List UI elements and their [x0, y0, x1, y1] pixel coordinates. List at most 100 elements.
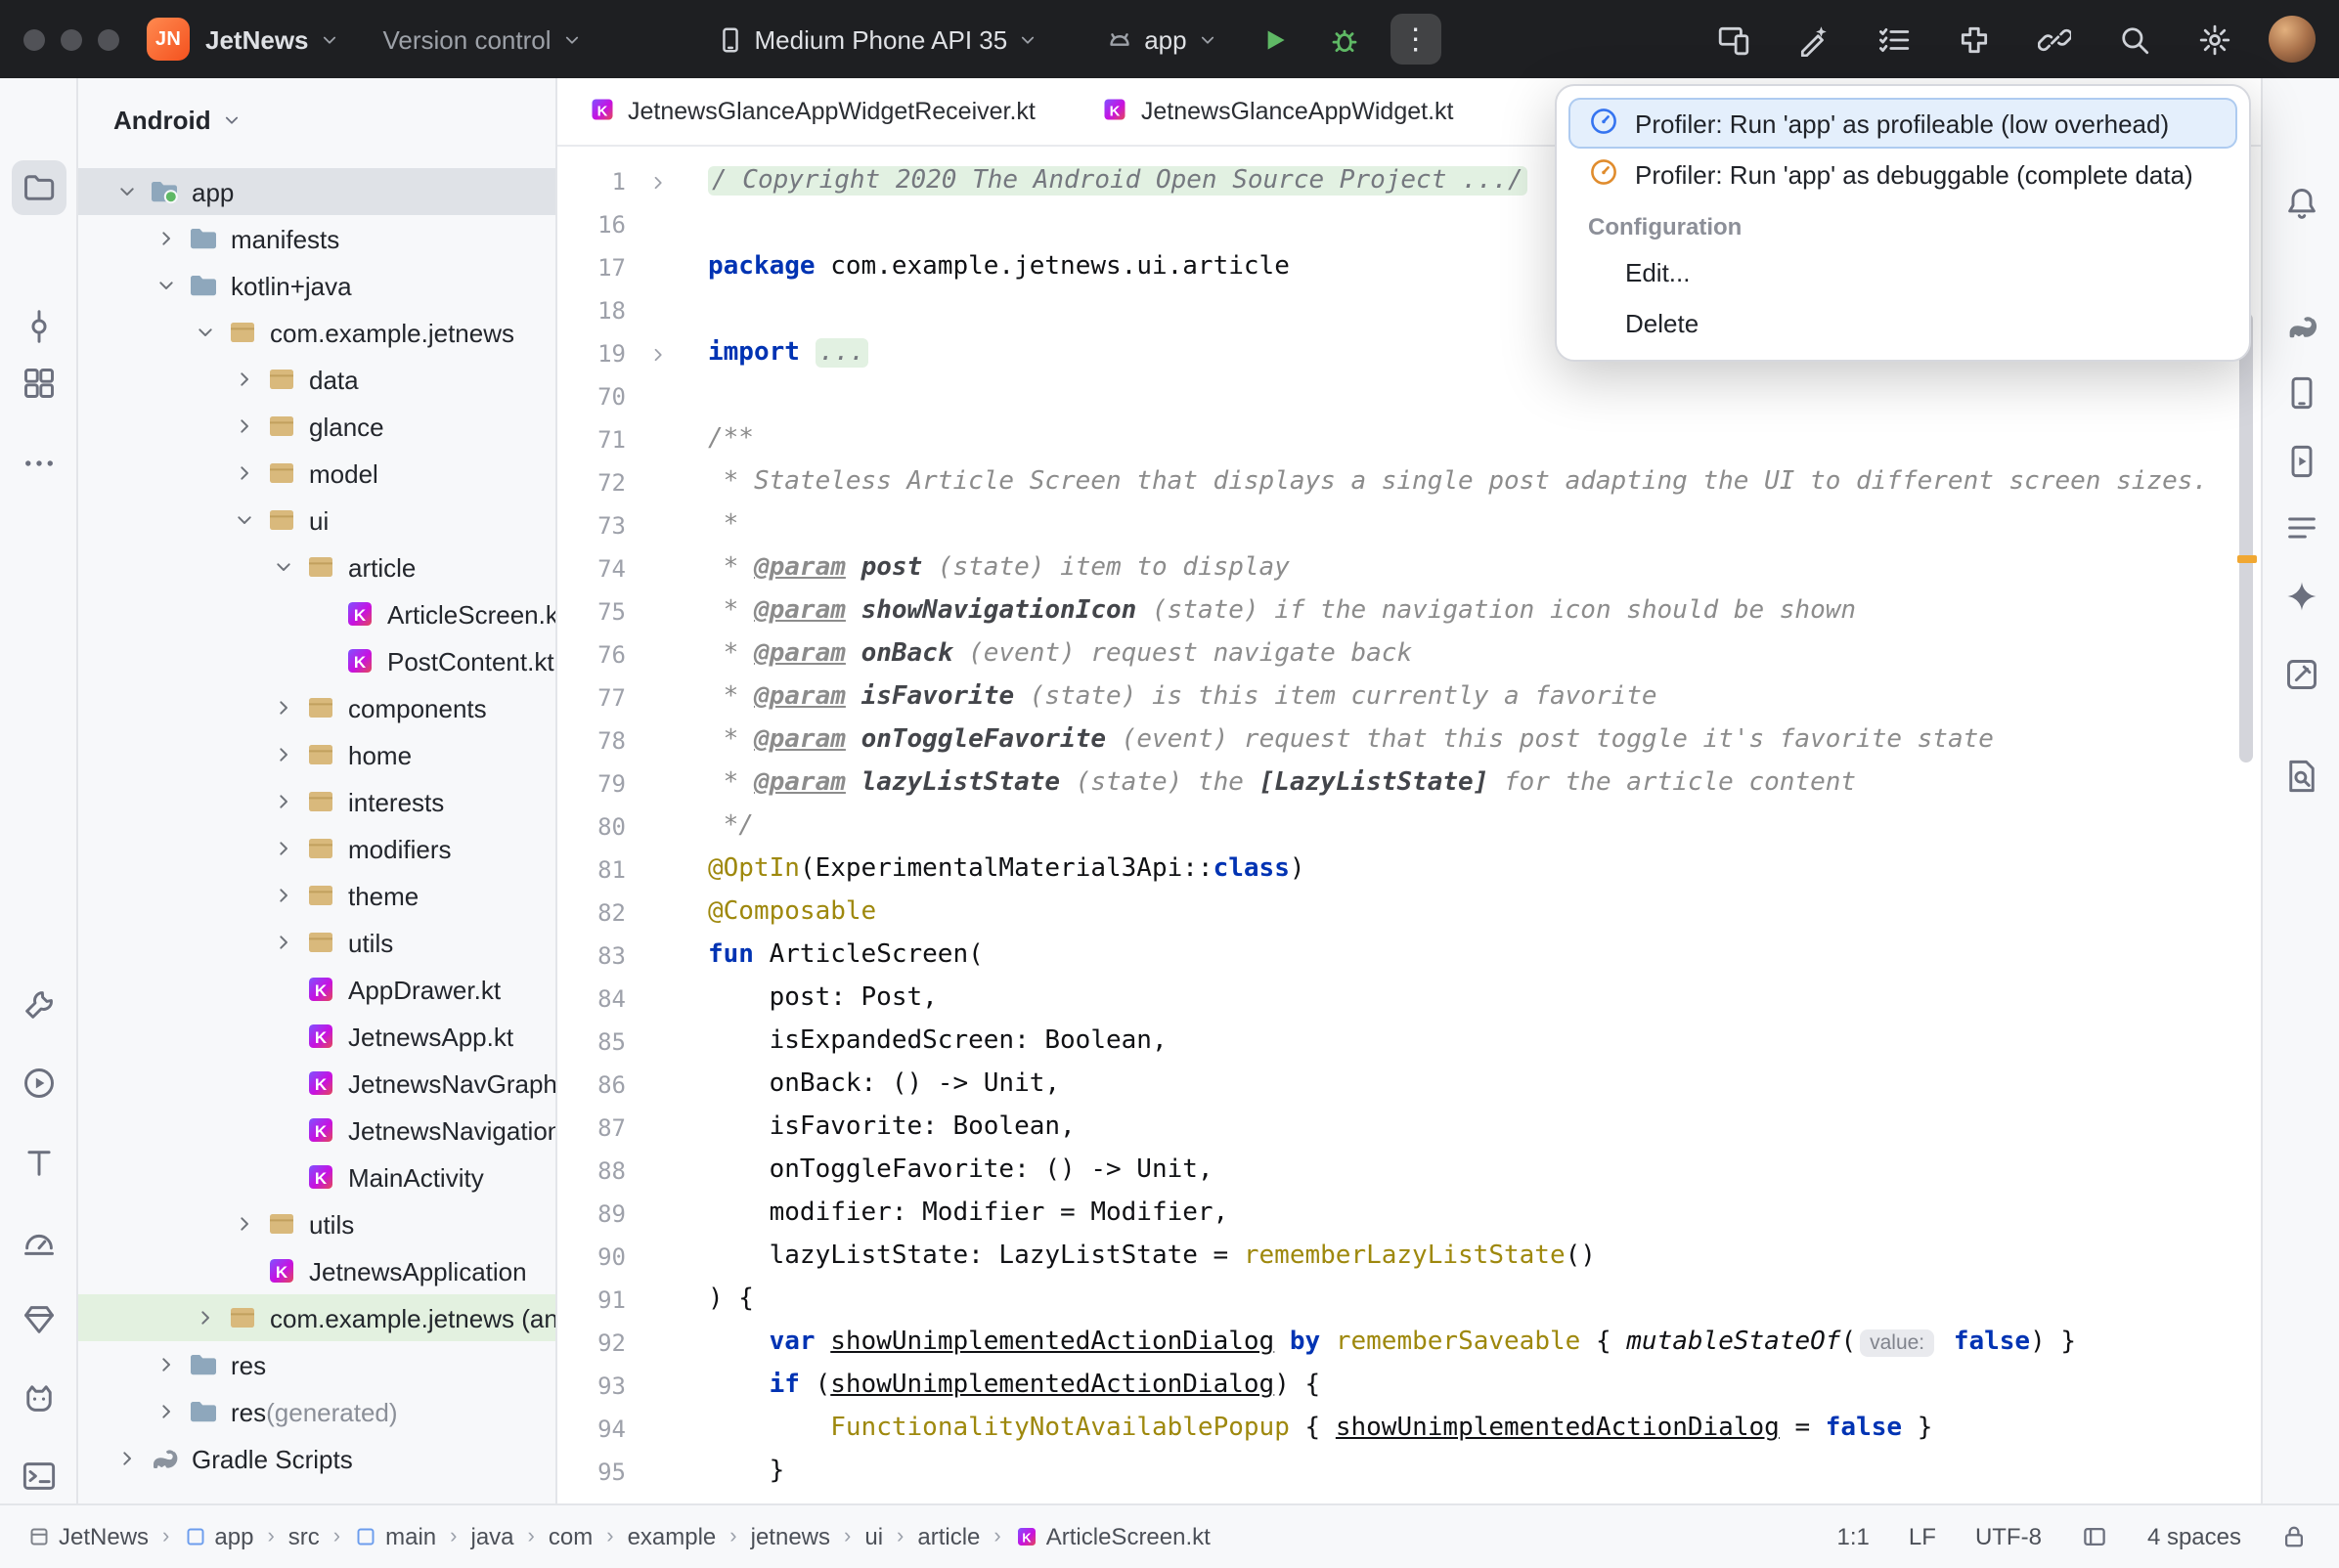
code-line-92[interactable]: 92 var showUnimplementedActionDialog by … — [557, 1322, 2233, 1365]
chevron-right-icon[interactable] — [149, 227, 184, 250]
code-line-94[interactable]: 94 FunctionalityNotAvailablePopup { show… — [557, 1408, 2233, 1451]
tree-item-postcontent-kt[interactable]: KPostContent.kt — [78, 637, 555, 684]
line-number[interactable]: 86 — [557, 1064, 638, 1107]
line-separator-widget[interactable]: LF — [1909, 1523, 1936, 1550]
code-line-88[interactable]: 88 onToggleFavorite: () -> Unit, — [557, 1150, 2233, 1193]
code-line-84[interactable]: 84 post: Post, — [557, 978, 2233, 1021]
tree-item-kotlin-java[interactable]: kotlin+java — [78, 262, 555, 309]
line-number[interactable]: 1 — [557, 160, 638, 203]
minimize-window-button[interactable] — [61, 28, 82, 50]
structure-icon[interactable] — [12, 356, 66, 411]
code-line-81[interactable]: 81@OptIn(ExperimentalMaterial3Api::class… — [557, 849, 2233, 892]
settings-icon[interactable] — [2188, 14, 2239, 65]
breadcrumb-articlescreen-kt[interactable]: KArticleScreen.kt — [1015, 1523, 1211, 1550]
tree-item-com-example-jetnews-an[interactable]: com.example.jetnews (an — [78, 1294, 555, 1341]
chevron-right-icon[interactable] — [110, 1447, 145, 1470]
tree-item-interests[interactable]: interests — [78, 778, 555, 825]
tree-item-article[interactable]: article — [78, 544, 555, 590]
insights-icon[interactable] — [12, 1292, 66, 1347]
chevron-down-icon[interactable] — [227, 508, 262, 532]
code-line-91[interactable]: 91) { — [557, 1279, 2233, 1322]
find-icon[interactable] — [2274, 749, 2329, 804]
code-line-72[interactable]: 72 * Stateless Article Screen that displ… — [557, 461, 2233, 504]
indent-widget[interactable]: 4 spaces — [2147, 1523, 2241, 1550]
breadcrumb-jetnews[interactable]: JetNews — [27, 1523, 149, 1550]
device-manager-icon[interactable] — [2274, 366, 2329, 420]
project-selector[interactable]: JetNews — [205, 24, 340, 54]
vcs-widget[interactable]: Version control — [383, 24, 583, 54]
chevron-down-icon[interactable] — [110, 180, 145, 203]
code-line-74[interactable]: 74 * @param post (state) item to display — [557, 547, 2233, 590]
terminal-icon[interactable] — [12, 1449, 66, 1503]
tree-item-theme[interactable]: theme — [78, 872, 555, 919]
line-number[interactable]: 77 — [557, 676, 638, 719]
tree-item-manifests[interactable]: manifests — [78, 215, 555, 262]
line-number[interactable]: 87 — [557, 1107, 638, 1150]
line-number[interactable]: 19 — [557, 332, 638, 375]
tree-item-jetnewsapp-kt[interactable]: KJetnewsApp.kt — [78, 1013, 555, 1060]
more-run-options-button[interactable]: ⋮ — [1390, 14, 1441, 65]
tree-item-model[interactable]: model — [78, 450, 555, 497]
line-number[interactable]: 18 — [557, 289, 638, 332]
line-number[interactable]: 93 — [557, 1365, 638, 1408]
tree-item-data[interactable]: data — [78, 356, 555, 403]
line-number[interactable]: 75 — [557, 590, 638, 633]
line-number[interactable]: 81 — [557, 849, 638, 892]
code-line-80[interactable]: 80 */ — [557, 806, 2233, 849]
tree-item-articlescreen-kt[interactable]: KArticleScreen.kt — [78, 590, 555, 637]
chevron-down-icon[interactable] — [149, 274, 184, 297]
line-number[interactable]: 73 — [557, 504, 638, 547]
chevron-right-icon[interactable] — [149, 1400, 184, 1423]
chevron-right-icon[interactable] — [227, 368, 262, 391]
tree-item-utils[interactable]: utils — [78, 1200, 555, 1247]
line-number[interactable]: 16 — [557, 203, 638, 246]
tree-item-modifiers[interactable]: modifiers — [78, 825, 555, 872]
tree-item-jetnewsnavigation[interactable]: KJetnewsNavigation — [78, 1107, 555, 1154]
project-icon[interactable] — [12, 160, 66, 215]
checklist-icon[interactable] — [1868, 14, 1919, 65]
line-number[interactable]: 85 — [557, 1021, 638, 1064]
breadcrumb-article[interactable]: article — [917, 1523, 980, 1550]
layout-inspector-icon[interactable] — [2274, 647, 2329, 702]
code-line-95[interactable]: 95 } — [557, 1451, 2233, 1494]
close-window-button[interactable] — [23, 28, 45, 50]
tree-item-appdrawer-kt[interactable]: KAppDrawer.kt — [78, 966, 555, 1013]
code-line-89[interactable]: 89 modifier: Modifier = Modifier, — [557, 1193, 2233, 1236]
chevron-down-icon[interactable] — [188, 321, 223, 344]
tree-item-mainactivity[interactable]: KMainActivity — [78, 1154, 555, 1200]
code-line-87[interactable]: 87 isFavorite: Boolean, — [557, 1107, 2233, 1150]
chevron-right-icon[interactable] — [227, 414, 262, 438]
tree-item-home[interactable]: home — [78, 731, 555, 778]
line-number[interactable]: 90 — [557, 1236, 638, 1279]
tree-item-utils[interactable]: utils — [78, 919, 555, 966]
warning-stripe-mark[interactable] — [2237, 555, 2257, 563]
line-number[interactable]: 80 — [557, 806, 638, 849]
menu-item-delete[interactable]: Delete — [1568, 297, 2237, 348]
line-number[interactable]: 89 — [557, 1193, 638, 1236]
device-selector[interactable]: Medium Phone API 35 — [716, 24, 1039, 54]
code-line-71[interactable]: 71/** — [557, 418, 2233, 461]
chevron-right-icon[interactable] — [266, 884, 301, 907]
run-configuration-selector[interactable]: app — [1105, 24, 1217, 54]
breadcrumb-ui[interactable]: ui — [864, 1523, 883, 1550]
gemini-icon[interactable] — [2274, 569, 2329, 624]
fold-marker-icon[interactable] — [638, 171, 677, 193]
breadcrumb-app[interactable]: app — [183, 1523, 253, 1550]
menu-item-profiler-run-app-as-profileable-low-overhead[interactable]: Profiler: Run 'app' as profileable (low … — [1568, 98, 2237, 149]
editor-scrollbar[interactable] — [2239, 313, 2253, 762]
chevron-right-icon[interactable] — [266, 837, 301, 860]
chevron-right-icon[interactable] — [227, 461, 262, 485]
line-number[interactable]: 71 — [557, 418, 638, 461]
code-line-79[interactable]: 79 * @param lazyListState (state) the [L… — [557, 762, 2233, 806]
line-number[interactable]: 92 — [557, 1322, 638, 1365]
code-line-82[interactable]: 82@Composable — [557, 892, 2233, 935]
debug-button[interactable] — [1320, 14, 1371, 65]
plugins-icon[interactable] — [1948, 14, 1999, 65]
todo-icon[interactable] — [12, 1136, 66, 1191]
breadcrumb-java[interactable]: java — [471, 1523, 514, 1550]
breadcrumb-com[interactable]: com — [549, 1523, 593, 1550]
line-number[interactable]: 91 — [557, 1279, 638, 1322]
line-number[interactable]: 94 — [557, 1408, 638, 1451]
chevron-right-icon[interactable] — [266, 790, 301, 813]
code-line-75[interactable]: 75 * @param showNavigationIcon (state) i… — [557, 590, 2233, 633]
